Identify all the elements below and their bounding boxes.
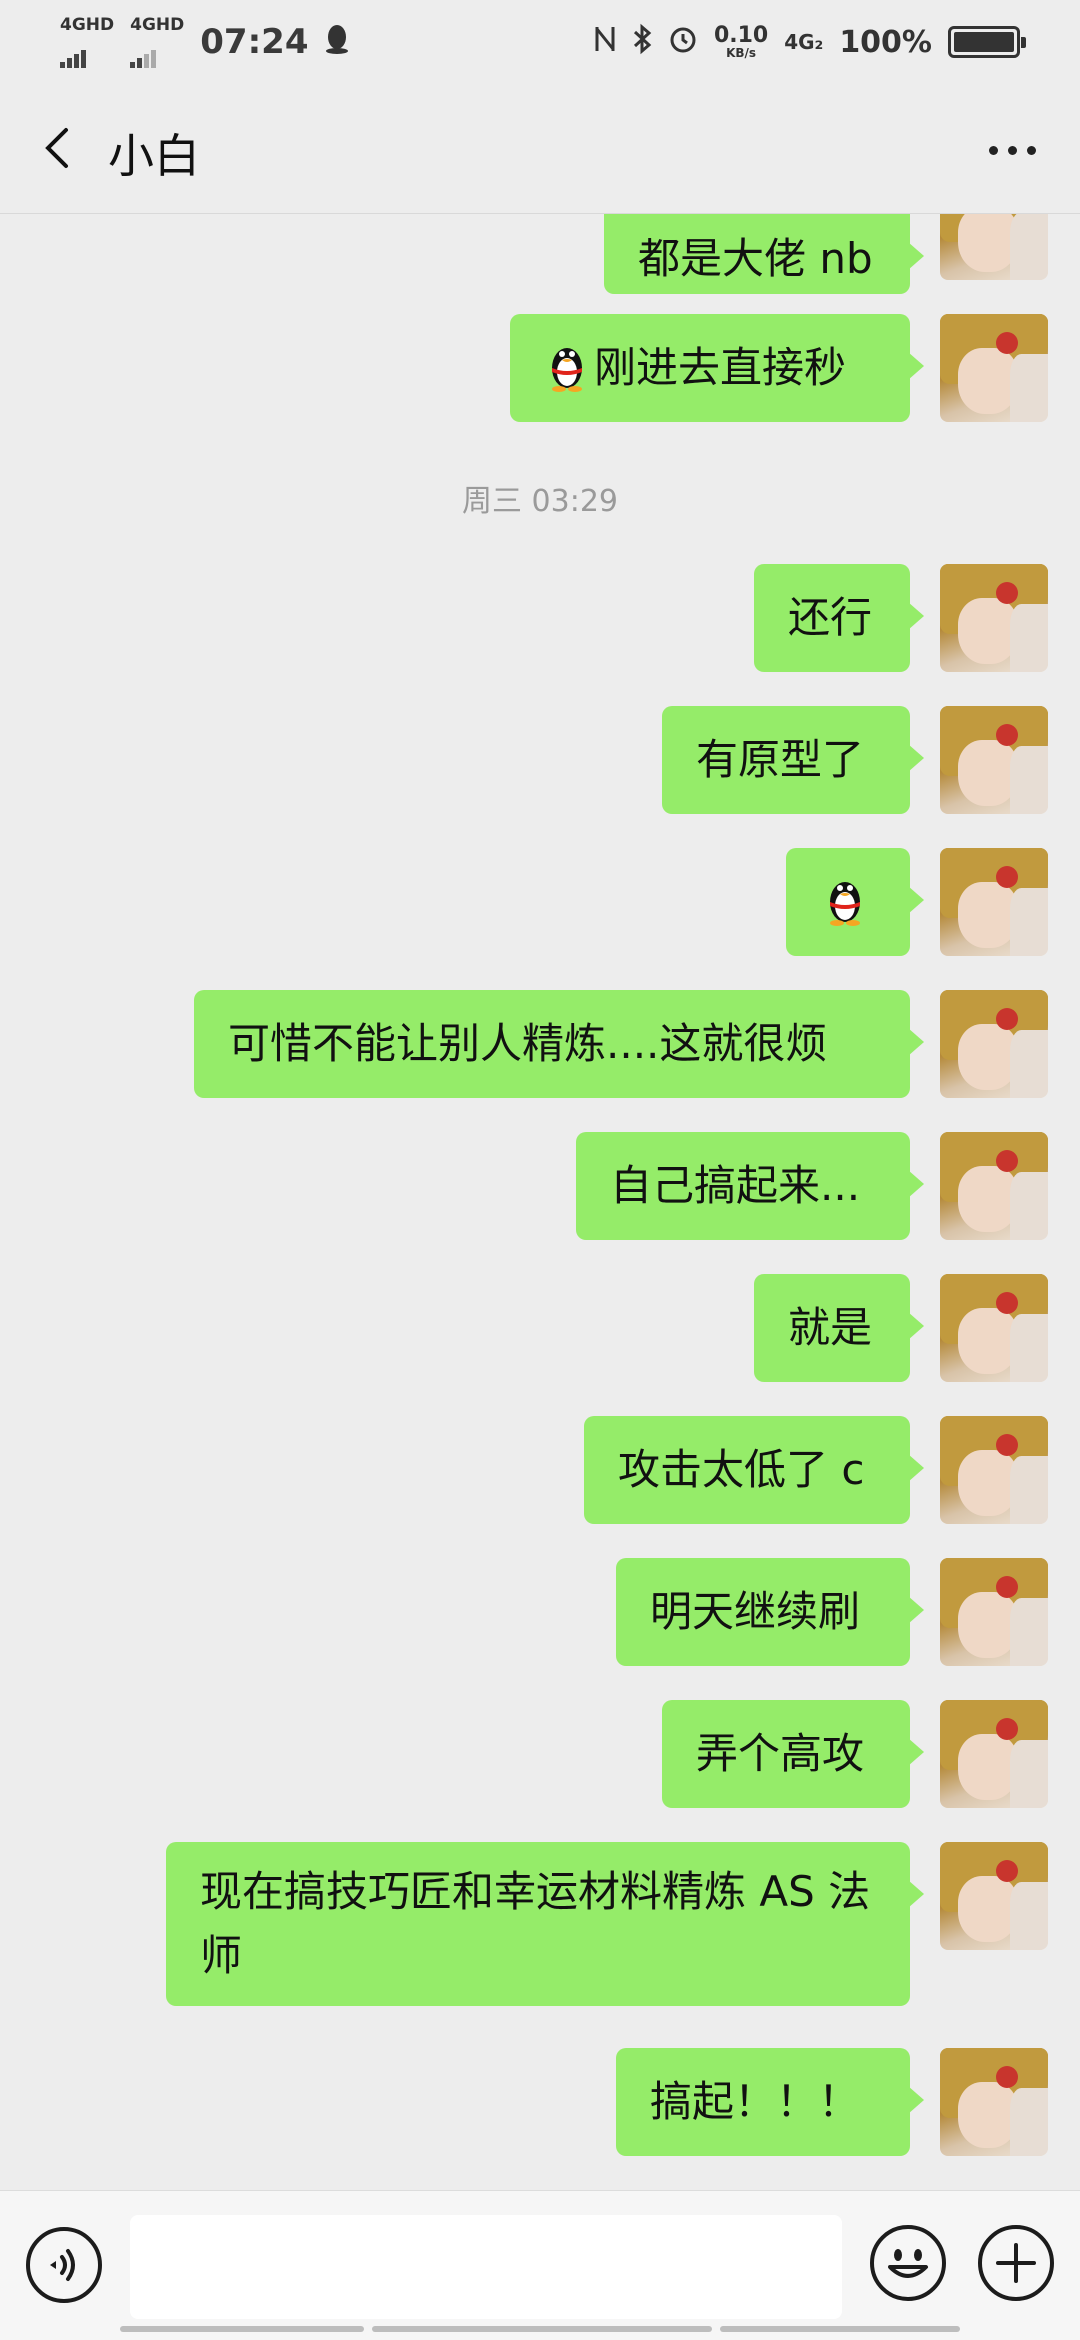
message-text: 自己搞起来... bbox=[610, 1161, 861, 1210]
message-list[interactable]: 都是大佬 nb 刚进去直接秒 周三 03:29 还行 有原型了 可惜不能让别人精… bbox=[0, 214, 1080, 2190]
voice-icon bbox=[50, 2249, 75, 2281]
more-dots-icon bbox=[988, 145, 998, 155]
signal-2: 4GHD bbox=[130, 14, 185, 68]
emoji-button[interactable] bbox=[870, 2225, 946, 2301]
message-bubble[interactable] bbox=[786, 848, 924, 956]
more-button[interactable] bbox=[972, 120, 1052, 180]
signal-bars-icon bbox=[130, 48, 184, 68]
speed-value: 0.10 bbox=[713, 23, 769, 48]
avatar[interactable] bbox=[940, 1416, 1048, 1524]
message-text: 有原型了 bbox=[696, 735, 865, 784]
avatar[interactable] bbox=[940, 1700, 1048, 1808]
chat-title: 小白 bbox=[108, 129, 200, 183]
avatar[interactable] bbox=[940, 564, 1048, 672]
avatar[interactable] bbox=[940, 1842, 1048, 1950]
message-bubble[interactable]: 还行 bbox=[754, 564, 924, 672]
battery-icon bbox=[948, 26, 1026, 58]
chat-header: 小白 bbox=[0, 84, 1080, 214]
status-bar-left: 4GHD 4GHD 07:24 bbox=[60, 14, 350, 68]
time-separator: 周三 03:29 bbox=[462, 484, 618, 519]
network-type: 4G₂ bbox=[784, 30, 824, 54]
message-text: 攻击太低了 c bbox=[618, 1445, 865, 1494]
message-text: 可惜不能让别人精炼....这就很烦 bbox=[228, 1019, 828, 1068]
message-bubble[interactable]: 现在搞技巧匠和幸运材料精炼 AS 法师 bbox=[166, 1842, 924, 2006]
status-bar: 4GHD 4GHD 07:24 0.10 KB/s 4G₂ 100% bbox=[0, 0, 1080, 84]
network-label-1: 4GHD bbox=[60, 14, 115, 35]
voice-button[interactable] bbox=[26, 2227, 102, 2303]
message-bubble[interactable]: 弄个高攻 bbox=[662, 1700, 924, 1808]
plus-icon bbox=[996, 2243, 1036, 2283]
message-bubble[interactable]: 明天继续刷 bbox=[616, 1558, 924, 1666]
message-text: 弄个高攻 bbox=[696, 1729, 865, 1778]
message-input[interactable] bbox=[130, 2215, 842, 2319]
message-bubble[interactable]: 刚进去直接秒 bbox=[510, 314, 924, 422]
network-speed: 0.10 KB/s bbox=[713, 23, 769, 60]
signal-bars-icon bbox=[60, 48, 114, 68]
qq-penguin-icon bbox=[544, 324, 590, 392]
message-text: 都是大佬 nb bbox=[638, 234, 873, 283]
alarm-icon bbox=[668, 24, 698, 60]
battery-percent: 100% bbox=[839, 24, 932, 60]
gesture-bar bbox=[120, 2326, 960, 2334]
message-bubble[interactable]: 有原型了 bbox=[662, 706, 924, 814]
avatar[interactable] bbox=[940, 990, 1048, 1098]
avatar[interactable] bbox=[940, 848, 1048, 956]
input-bar bbox=[0, 2190, 1080, 2340]
emoji-icon bbox=[888, 2249, 928, 2278]
message-bubble[interactable]: 搞起！！！ bbox=[616, 2048, 924, 2156]
message-text: 就是 bbox=[788, 1303, 873, 1352]
avatar[interactable] bbox=[940, 1558, 1048, 1666]
back-arrow-icon bbox=[45, 128, 68, 168]
message-text: 还行 bbox=[788, 593, 873, 642]
message-bubble[interactable]: 攻击太低了 c bbox=[584, 1416, 924, 1524]
message-text: 明天继续刷 bbox=[650, 1587, 861, 1636]
qq-notification-icon bbox=[324, 23, 350, 61]
bluetooth-icon bbox=[632, 23, 652, 61]
back-button[interactable] bbox=[30, 118, 90, 178]
avatar[interactable] bbox=[940, 1274, 1048, 1382]
qq-penguin-icon bbox=[822, 858, 868, 926]
plus-button[interactable] bbox=[978, 2225, 1054, 2301]
status-bar-right: 0.10 KB/s 4G₂ 100% bbox=[594, 23, 1026, 61]
speed-unit: KB/s bbox=[726, 46, 757, 60]
avatar[interactable] bbox=[940, 2048, 1048, 2156]
message-bubble[interactable]: 都是大佬 nb bbox=[604, 214, 924, 294]
clock: 07:24 bbox=[200, 22, 309, 62]
message-bubble[interactable]: 自己搞起来... bbox=[576, 1132, 924, 1240]
message-text: 现在搞技巧匠和幸运材料精炼 AS 法师 bbox=[200, 1867, 871, 1980]
signal-1: 4GHD bbox=[60, 14, 115, 68]
message-bubble[interactable]: 可惜不能让别人精炼....这就很烦 bbox=[194, 990, 924, 1098]
message-text: 刚进去直接秒 bbox=[594, 343, 847, 392]
network-label-2: 4GHD bbox=[130, 14, 185, 35]
avatar[interactable] bbox=[940, 214, 1048, 280]
nfc-icon bbox=[594, 23, 616, 61]
avatar[interactable] bbox=[940, 314, 1048, 422]
avatar[interactable] bbox=[940, 1132, 1048, 1240]
message-bubble[interactable]: 就是 bbox=[754, 1274, 924, 1382]
message-text: 搞起！！！ bbox=[650, 2077, 861, 2126]
avatar[interactable] bbox=[940, 706, 1048, 814]
